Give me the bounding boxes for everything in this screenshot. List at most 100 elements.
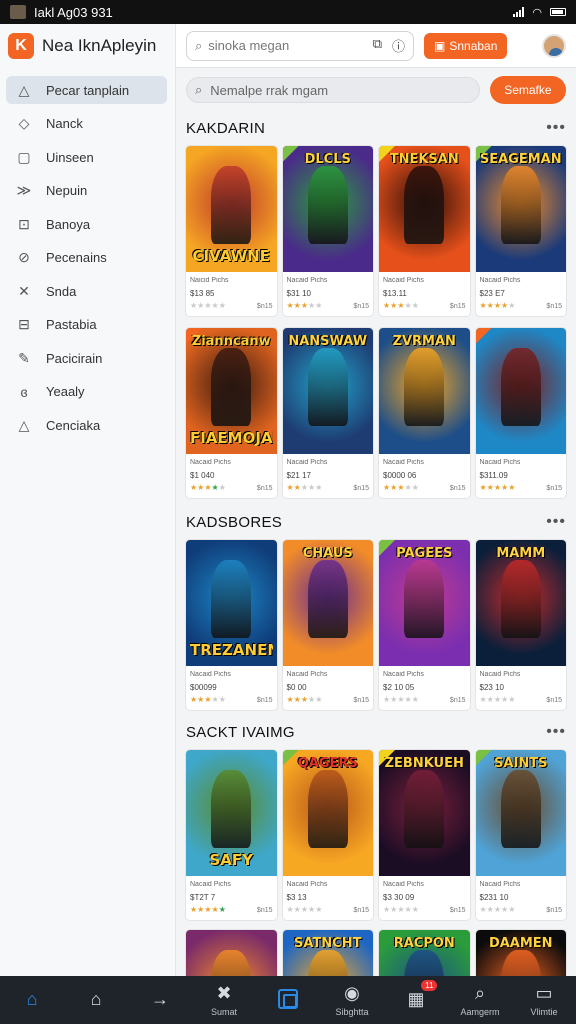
game-cover-image: SATNCHT — [282, 930, 373, 976]
game-card[interactable]: SATNCHT — [282, 930, 373, 976]
star-icon: ★ — [197, 905, 205, 914]
star-icon: ★ — [486, 483, 494, 492]
bottom-nav-item-2[interactable]: → — [128, 976, 192, 1024]
game-meta: Nacaid Pichs $21 17 ★ ★ ★ ★ ★ $n15 — [283, 454, 374, 498]
game-card[interactable]: MAMM Nacaid Pichs $23 10 ★ ★ ★ ★ ★ $n15 — [475, 540, 567, 710]
game-meta: Nacaid Pichs $0000 06 ★ ★ ★ ★ ★ $n15 — [379, 454, 470, 498]
notification-badge: 11 — [421, 980, 438, 991]
game-card[interactable]: RACPON — [379, 930, 470, 976]
game-grid: SATNCHT RACPON DAAMEN — [186, 930, 566, 976]
game-publisher: Nacaid Pichs — [190, 881, 231, 888]
app-logo-icon: K — [8, 33, 34, 59]
bottom-nav-item-3[interactable]: ✖ Sumat — [192, 976, 256, 1024]
cover-character — [404, 560, 445, 639]
star-icon: ★ — [479, 483, 487, 492]
game-card[interactable]: ZVRMAN Nacaid Pichs $0000 06 ★ ★ ★ ★ ★ $n15 — [379, 328, 470, 498]
monitor-icon: ▭ — [535, 983, 553, 1003]
sidebar-item-8[interactable]: ✎ Pacicirain — [6, 344, 167, 372]
camera-icon[interactable]: ⧉ — [373, 36, 382, 55]
main-search-input[interactable]: ⌕ Nemalpe rrak mgam — [186, 77, 480, 103]
cover-character — [500, 348, 541, 427]
game-card[interactable]: DLCLS Nacaid Pichs $31 10 ★ ★ ★ ★ ★ $n15 — [282, 146, 373, 316]
game-size: $n15 — [256, 484, 273, 492]
game-card[interactable]: DAAMEN — [475, 930, 566, 976]
game-card[interactable]: ZianncanwFIAEMOJANNacaid Pichs$1 040★★★★… — [186, 328, 277, 498]
sidebar-item-6[interactable]: ✕ Snda — [6, 277, 167, 305]
bottom-nav-item-8[interactable]: ▭ Vlimtie — [512, 976, 576, 1024]
cover-title: SAFY — [209, 853, 254, 868]
more-options-icon[interactable]: ••• — [546, 513, 566, 531]
header-search-field[interactable]: ⌕ sinoka megan ⧉ ⓘ — [186, 30, 414, 61]
game-card[interactable]: Nacaid Pichs $311.09 ★ ★ ★ ★ ★ $n15 — [475, 328, 566, 498]
status-indicators: ◠ — [513, 6, 566, 19]
game-card[interactable]: PAGEES Nacaid Pichs $2 10 05 ★ ★ ★ ★ ★ $n15 — [379, 540, 470, 710]
star-icon: ★ — [390, 301, 398, 310]
game-meta: Nacaid Pichs $23 10 ★ ★ ★ ★ ★ $n15 — [476, 666, 567, 710]
game-card[interactable]: QAGERS Nacaid Pichs $3 13 ★ ★ ★ ★ ★ $n15 — [282, 750, 374, 920]
star-icon: ★ — [404, 483, 412, 492]
avatar[interactable] — [542, 33, 566, 58]
sidebar-item-2[interactable]: ▢ Uinseen — [6, 143, 167, 171]
main-search-button[interactable]: Semafke — [489, 76, 566, 104]
cover-character — [211, 770, 252, 849]
game-card[interactable]: NANSWAW Nacaid Pichs $21 17 ★ ★ ★ ★ ★ $n15 — [282, 328, 374, 498]
game-card[interactable]: SEAGEMAN Nacaid Pichs $23 E7 ★ ★ ★ ★ ★ $n15 — [475, 146, 566, 316]
more-options-icon[interactable]: ••• — [546, 119, 566, 137]
star-icon: ★ — [315, 905, 323, 914]
status-text: Iakl Ag03 931 — [34, 4, 113, 20]
cover-title: SEAGEMAN — [479, 153, 562, 166]
star-icon: ★ — [508, 695, 516, 704]
star-icon: ★ — [300, 301, 309, 310]
game-card[interactable]: TNEKSAN Nacaid Pichs $13.11 ★ ★ ★ ★ ★ $n15 — [379, 146, 470, 316]
bottom-nav-item-0[interactable]: ⌂ — [0, 976, 64, 1024]
main-search-placeholder: Nemalpe rrak mgam — [210, 82, 329, 98]
cover-character — [404, 770, 445, 849]
game-card[interactable]: SAFY Nacaid Pichs $T2T 7 ★ ★ ★ ★ ★ $n15 — [186, 750, 277, 920]
star-icon: ★ — [204, 695, 212, 704]
game-price: $31 10 — [286, 289, 311, 298]
game-size: $n15 — [256, 906, 273, 914]
more-options-icon[interactable]: ••• — [546, 723, 566, 741]
bottom-nav-item-6[interactable]: ▦ 11 — [384, 976, 448, 1024]
game-card[interactable]: CHAUS Nacaid Pichs $0 00 ★ ★ ★ ★ ★ $n15 — [282, 540, 373, 710]
sidebar-item-3[interactable]: ≫ Nepuin — [6, 177, 167, 205]
game-size: $n15 — [256, 302, 273, 310]
game-card[interactable]: SAINTS Nacaid Pichs $231 10 ★ ★ ★ ★ ★ $n15 — [475, 750, 566, 920]
star-icon: ★ — [293, 483, 301, 492]
star-icon: ★ — [493, 695, 502, 704]
app-brand[interactable]: K Nea IknApleyin — [0, 24, 175, 68]
game-card[interactable]: ZEBNKUEH Nacaid Pichs $3 30 09 ★ ★ ★ ★ ★ $n15 — [379, 750, 470, 920]
game-meta: Nacaid Pichs $3 13 ★ ★ ★ ★ ★ $n15 — [283, 876, 374, 920]
sections: KAKDARIN ••• CIVAWNE Naicid Pichs $13 85 ★ ★ ★ ★… — [186, 116, 566, 976]
game-price: $0 00 — [286, 683, 307, 692]
sidebar-item-7[interactable]: ⊟ Pastabia — [6, 311, 167, 339]
game-card[interactable]: TREZANEN Nacaid Pichs $00099 ★ ★ ★ ★ ★ $n15 — [186, 540, 277, 710]
bottom-nav-item-7[interactable]: ⌕ Aamgerm — [448, 976, 512, 1024]
sidebar-item-4[interactable]: ⊡ Banoya — [6, 210, 167, 238]
sidebar-item-9[interactable]: ɞ Yeaaly — [6, 378, 167, 406]
game-size: $n15 — [353, 484, 369, 492]
star-icon: ★ — [390, 483, 398, 492]
header-action-button[interactable]: ▣ Snnaban — [424, 32, 508, 59]
sidebar-item-5[interactable]: ⊘ Pecenains — [6, 244, 167, 272]
sidebar: K Nea IknApleyin △ Pecar tanplain ◇ Nanck ▢ U… — [0, 24, 176, 976]
game-cover-image: QAGERS — [282, 750, 373, 876]
game-rating-row: ★ ★ ★ ★ ★ $n15 — [383, 302, 466, 310]
cover-title: SAINTS — [494, 757, 548, 770]
search-icon: ⌕ — [195, 37, 203, 53]
game-card[interactable]: CIVAWNE Naicid Pichs $13 85 ★ ★ ★ ★ ★ $n15 — [186, 146, 277, 316]
game-card[interactable] — [186, 930, 277, 976]
game-meta: Nacaid Pichs $T2T 7 ★ ★ ★ ★ ★ $n15 — [186, 876, 277, 920]
bottom-nav-item-1[interactable]: ⌂ — [64, 976, 128, 1024]
info-icon[interactable]: ⓘ — [392, 36, 405, 55]
game-price: $13 85 — [190, 289, 215, 298]
sidebar-item-1[interactable]: ◇ Nanck — [6, 110, 167, 138]
game-rating-row: ★ ★ ★ ★ ★ $n15 — [480, 906, 563, 914]
sidebar-item-10[interactable]: △ Cenciaka — [6, 411, 167, 439]
game-grid: CIVAWNE Naicid Pichs $13 85 ★ ★ ★ ★ ★ $n15 DLCLS N… — [186, 146, 566, 316]
game-cover-image: MAMM — [475, 540, 566, 666]
game-rating-row: ★ ★ ★ ★ ★ $n15 — [287, 696, 370, 704]
bottom-nav-item-4[interactable] — [256, 976, 320, 1024]
sidebar-item-0[interactable]: △ Pecar tanplain — [6, 76, 167, 104]
bottom-nav-item-5[interactable]: ◉ Sibghtta — [320, 976, 384, 1024]
